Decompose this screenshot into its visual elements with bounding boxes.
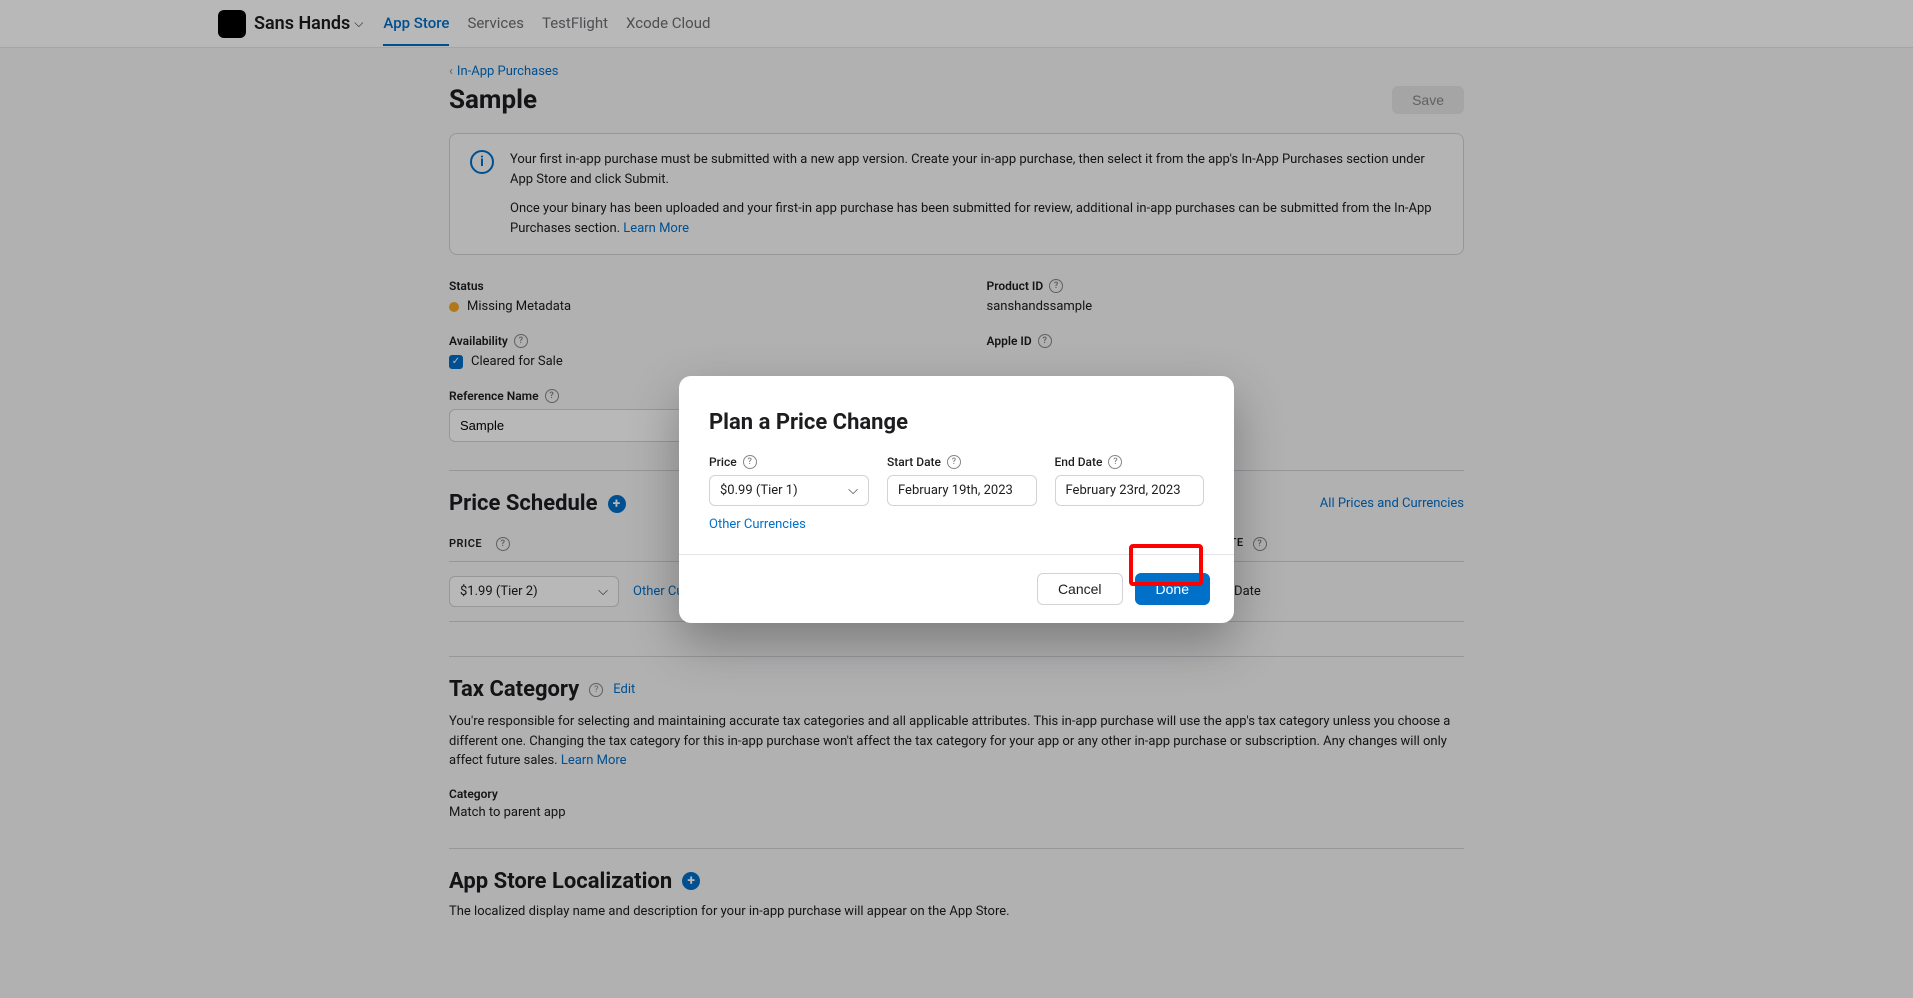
modal-start-value: February 19th, 2023 xyxy=(898,483,1013,498)
price-change-modal: Plan a Price Change Price ? $0.99 (Tier … xyxy=(679,376,1234,623)
modal-price-value: $0.99 (Tier 1) xyxy=(720,483,798,498)
modal-other-currencies-link[interactable]: Other Currencies xyxy=(709,517,806,532)
modal-end-value: February 23rd, 2023 xyxy=(1066,483,1181,498)
modal-start-label: Start Date xyxy=(887,455,941,469)
help-icon[interactable]: ? xyxy=(743,455,757,469)
help-icon[interactable]: ? xyxy=(1108,455,1122,469)
modal-price-label: Price xyxy=(709,455,737,469)
help-icon[interactable]: ? xyxy=(947,455,961,469)
modal-overlay[interactable]: Plan a Price Change Price ? $0.99 (Tier … xyxy=(0,0,1913,998)
modal-end-input[interactable]: February 23rd, 2023 xyxy=(1055,475,1205,506)
modal-price-select[interactable]: $0.99 (Tier 1) ⌵ xyxy=(709,475,869,506)
done-button[interactable]: Done xyxy=(1135,573,1210,605)
modal-title: Plan a Price Change xyxy=(709,410,1204,435)
modal-end-label: End Date xyxy=(1055,455,1103,469)
chevron-down-icon: ⌵ xyxy=(848,483,858,498)
cancel-button[interactable]: Cancel xyxy=(1037,573,1123,605)
modal-start-input[interactable]: February 19th, 2023 xyxy=(887,475,1037,506)
